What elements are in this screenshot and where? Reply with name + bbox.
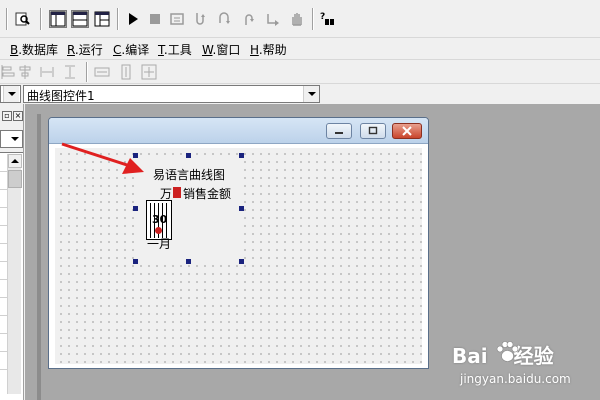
menu-compile[interactable]: C.编译 (113, 41, 149, 58)
run-to-cursor-icon[interactable] (264, 10, 282, 28)
object-type-dropdown[interactable] (0, 85, 21, 103)
paw-icon (496, 341, 519, 362)
menu-tools[interactable]: T.工具 (158, 41, 192, 58)
annotation-arrow-icon (61, 142, 144, 174)
toolbar-separator (312, 8, 313, 30)
menu-help-key: H (250, 43, 259, 57)
help-icon[interactable]: ? (318, 10, 336, 28)
menu-window-label: .窗口 (212, 43, 241, 57)
close-icon (402, 126, 412, 136)
same-height-icon[interactable] (118, 64, 134, 80)
menu-compile-label: .编译 (121, 43, 150, 57)
main-toolbar: ? (0, 0, 600, 38)
component-dropdown[interactable]: 曲线图控件1 (23, 85, 320, 103)
find-icon[interactable] (14, 10, 32, 28)
align-toolbar (0, 60, 600, 84)
selection-handle[interactable] (133, 206, 138, 211)
scroll-up-icon[interactable] (8, 154, 22, 168)
same-width-icon[interactable] (94, 64, 110, 80)
maximize-button[interactable] (360, 123, 386, 139)
toolbar-separator (40, 8, 41, 30)
watermark-brand-left: Bai (452, 344, 488, 368)
menu-window[interactable]: W.窗口 (202, 41, 240, 58)
restore-icon[interactable]: ▫ (2, 111, 12, 121)
step-out-icon[interactable] (240, 10, 258, 28)
menu-window-key: W (202, 43, 213, 57)
toolbar-separator (86, 62, 87, 82)
align-center-icon[interactable] (17, 64, 33, 80)
menu-help[interactable]: H.帮助 (250, 41, 287, 58)
menu-database-label: .数据库 (18, 43, 59, 57)
toolbar-separator (6, 8, 7, 30)
chart-y-tick: 30 (152, 213, 168, 226)
menu-run[interactable]: R.运行 (67, 41, 103, 58)
close-icon[interactable]: × (13, 111, 23, 121)
stop-icon[interactable] (146, 10, 164, 28)
property-panel: ▫ × (0, 104, 24, 400)
menu-help-label: .帮助 (258, 43, 287, 57)
chart-x-label: 一月 (147, 237, 172, 251)
selection-handle[interactable] (239, 206, 244, 211)
menu-run-key: R (67, 43, 75, 57)
chart-legend-label: 销售金额 (183, 187, 232, 201)
space-horizontal-icon[interactable] (39, 64, 55, 80)
space-vertical-icon[interactable] (62, 64, 78, 80)
compile-icon[interactable] (168, 10, 186, 28)
property-scrollbar[interactable] (7, 154, 22, 394)
layout-2-icon[interactable] (71, 10, 89, 28)
chevron-down-icon[interactable] (8, 131, 22, 147)
step-over-icon[interactable] (216, 10, 234, 28)
watermark-url: jingyan.baidu.com (460, 372, 571, 386)
chevron-down-icon[interactable] (303, 86, 319, 102)
component-selector-row: 曲线图控件1 (0, 84, 600, 104)
minimize-button[interactable] (326, 123, 352, 139)
chart-title: 易语言曲线图 (153, 168, 226, 182)
same-size-icon[interactable] (141, 64, 157, 80)
design-area-edge (37, 114, 41, 400)
layout-3-icon[interactable] (93, 10, 111, 28)
maximize-icon (368, 126, 378, 135)
toolbar-separator (117, 8, 118, 30)
component-dropdown-value: 曲线图控件1 (27, 89, 95, 103)
step-into-icon[interactable] (192, 10, 210, 28)
property-object-dropdown[interactable] (0, 130, 23, 148)
menu-tools-label: .工具 (163, 43, 192, 57)
breakpoint-hand-icon[interactable] (288, 10, 306, 28)
chevron-down-icon[interactable] (3, 86, 19, 102)
chart-legend-swatch (173, 187, 181, 198)
minimize-icon (335, 132, 343, 134)
selection-handle[interactable] (239, 153, 244, 158)
baidu-watermark: Bai 经验 jingyan.baidu.com (452, 340, 600, 400)
selection-handle[interactable] (186, 153, 191, 158)
run-icon[interactable] (124, 10, 142, 28)
align-left-icon[interactable] (0, 64, 16, 80)
menu-run-label: .运行 (74, 43, 103, 57)
selection-handle[interactable] (133, 259, 138, 264)
svg-text:?: ? (320, 12, 325, 22)
watermark-brand-right: 经验 (513, 344, 554, 368)
chart-data-point (155, 227, 162, 234)
menu-bar: B.数据库 R.运行 C.编译 T.工具 W.窗口 H.帮助 (0, 38, 600, 60)
scroll-thumb[interactable] (8, 170, 22, 188)
menu-database-key: B (10, 43, 19, 57)
layout-1-icon[interactable] (49, 10, 67, 28)
close-button[interactable] (392, 123, 422, 139)
selection-handle[interactable] (239, 259, 244, 264)
selection-handle[interactable] (186, 259, 191, 264)
menu-database[interactable]: B.数据库 (10, 41, 58, 58)
chart-grid-line (150, 203, 151, 238)
